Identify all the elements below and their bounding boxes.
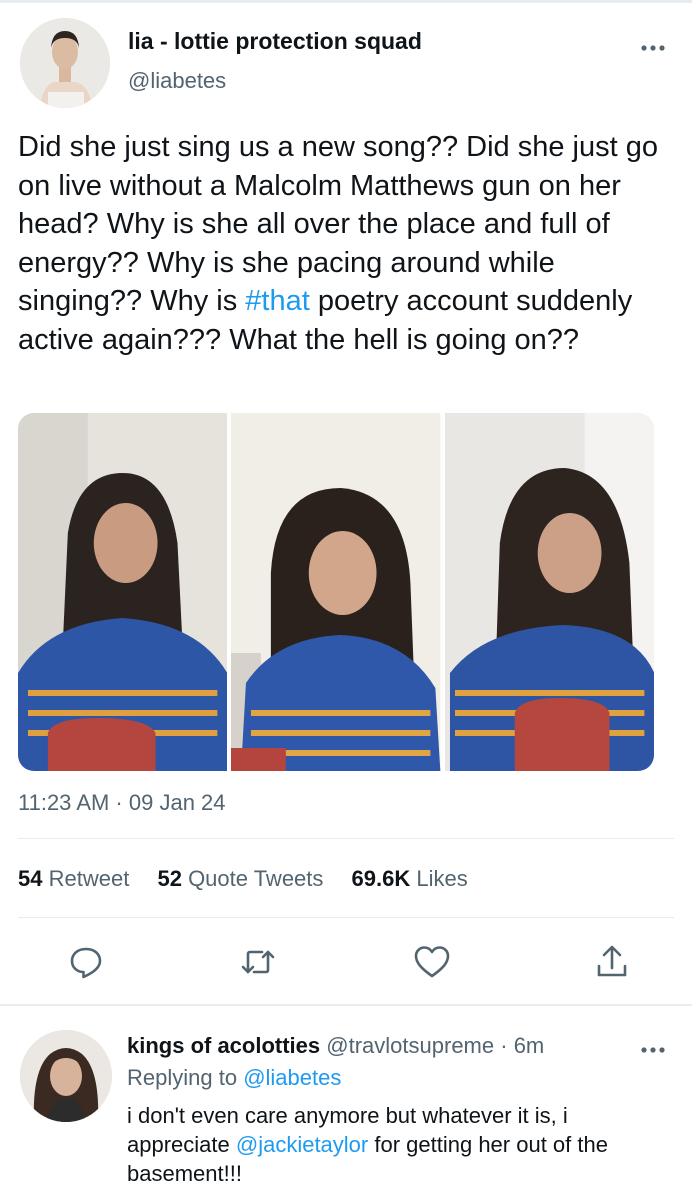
action-bar <box>0 938 692 986</box>
replying-to: Replying to @liabetes <box>127 1065 341 1091</box>
author-avatar[interactable] <box>20 18 110 108</box>
replying-prefix: Replying to <box>127 1065 244 1090</box>
reply-icon[interactable] <box>66 942 106 982</box>
quotes-label: Quote Tweets <box>188 866 324 891</box>
likes-stat[interactable]: 69.6K Likes <box>352 866 468 891</box>
tweet-timestamp[interactable]: 11:23 AM · 09 Jan 24 <box>18 790 226 816</box>
photo-3[interactable] <box>444 413 654 771</box>
top-rule <box>0 0 692 3</box>
likes-count: 69.6K <box>351 866 411 891</box>
reply-author-handle[interactable]: @travlotsupreme <box>326 1033 494 1058</box>
tweet-stats: 54 Retweet 52 Quote Tweets 69.6K Likes <box>18 866 490 892</box>
like-icon[interactable] <box>412 942 452 982</box>
more-options-icon[interactable] <box>638 1040 668 1060</box>
reply-separator: · <box>494 1033 514 1058</box>
hashtag-link[interactable]: #that <box>245 285 310 317</box>
replying-handle-link[interactable]: @liabetes <box>243 1065 341 1090</box>
mention-link[interactable]: @jackietaylor <box>236 1132 368 1157</box>
retweet-icon[interactable] <box>238 942 278 982</box>
retweets-label: Retweet <box>48 866 130 891</box>
retweets-count: 54 <box>18 866 43 891</box>
share-icon[interactable] <box>592 942 632 982</box>
avatar-image <box>20 1030 112 1122</box>
divider <box>18 838 674 839</box>
reply-text: i don't even care anymore but whatever i… <box>127 1101 667 1188</box>
reply-author-name[interactable]: kings of acolotties <box>127 1033 320 1058</box>
more-options-icon[interactable] <box>638 38 668 58</box>
quotes-count: 52 <box>157 866 182 891</box>
retweets-stat[interactable]: 54 Retweet <box>18 866 129 891</box>
media-grid <box>18 413 654 771</box>
author-handle[interactable]: @liabetes <box>128 68 226 94</box>
reply-author-avatar[interactable] <box>20 1030 112 1122</box>
avatar-image <box>20 18 110 108</box>
tweet-text: Did she just sing us a new song?? Did sh… <box>18 128 682 359</box>
reply-header: kings of acolotties @travlotsupreme · 6m <box>127 1033 544 1059</box>
photo-1[interactable] <box>18 413 228 771</box>
author-name[interactable]: lia - lottie protection squad <box>128 28 422 55</box>
likes-label: Likes <box>416 866 468 891</box>
quotes-stat[interactable]: 52 Quote Tweets <box>157 866 323 891</box>
section-separator <box>0 1004 692 1006</box>
photo-2[interactable] <box>231 413 441 771</box>
reply-time[interactable]: 6m <box>514 1033 545 1058</box>
divider <box>18 917 674 918</box>
